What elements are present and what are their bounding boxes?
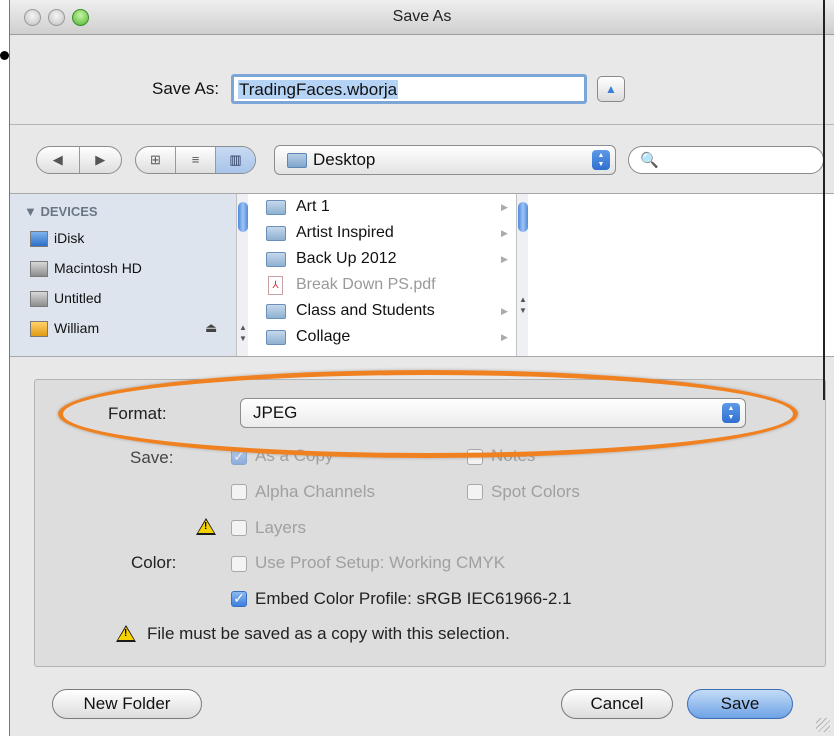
warning-icon: ! <box>116 625 136 642</box>
scroll-thumb[interactable] <box>518 202 528 232</box>
disclosure-arrow-icon: ▶ <box>501 202 508 212</box>
forward-button[interactable]: ▶ <box>80 147 122 173</box>
folder-icon <box>266 252 286 267</box>
save-button[interactable]: Save <box>687 689 793 719</box>
view-mode-control: ⊞ ≡ ▥ <box>135 146 256 174</box>
sidebar-item-label: iDisk <box>54 230 85 246</box>
devices-header[interactable]: ▼ DEVICES <box>24 204 98 219</box>
alpha-channels-label: Alpha Channels <box>255 482 376 501</box>
filename-value: TradingFaces.wborja <box>238 80 399 99</box>
sidebar-item-label: Untitled <box>54 290 102 306</box>
disclosure-arrow-icon: ▶ <box>501 228 508 238</box>
sidebar-item-label: Macintosh HD <box>54 260 142 276</box>
save-as-dialog: Save As Save As: TradingFaces.wborja ▲ ◀… <box>9 0 834 736</box>
new-folder-button[interactable]: New Folder <box>52 689 202 719</box>
embed-color-profile-checkbox[interactable]: ✓ <box>231 591 247 607</box>
hard-drive-icon <box>30 291 48 307</box>
warning-icon: ! <box>196 518 216 535</box>
file-name: Break Down PS.pdf <box>296 276 436 293</box>
resize-grip-icon[interactable] <box>816 718 830 732</box>
scroll-arrows-icon[interactable]: ▲ ▼ <box>237 322 249 344</box>
sidebar-item-label: William <box>54 320 100 336</box>
idisk-icon <box>30 231 48 247</box>
slide-bullet <box>0 51 9 60</box>
layers-checkbox <box>231 520 247 536</box>
column-scrollbar[interactable]: ▲ ▼ <box>516 194 528 356</box>
file-name: Artist Inspired <box>296 224 394 241</box>
sidebar: ▼ DEVICES iDisk Macintosh HD Untitled Wi… <box>10 194 237 356</box>
background-edge <box>823 0 825 400</box>
use-proof-setup-label: Use Proof Setup: Working CMYK <box>255 553 506 572</box>
back-forward-control: ◀ ▶ <box>36 146 122 174</box>
spot-colors-checkbox <box>467 484 483 500</box>
disclosure-arrow-icon: ▶ <box>501 306 508 316</box>
embed-color-profile-label: Embed Color Profile: sRGB IEC61966-2.1 <box>255 589 572 608</box>
save-as-label: Save As: <box>152 79 220 98</box>
collapse-dialog-button[interactable]: ▲ <box>597 76 625 102</box>
sidebar-scrollbar[interactable]: ▲ ▼ <box>236 194 248 356</box>
folder-icon <box>266 330 286 345</box>
folder-icon <box>266 304 286 319</box>
scroll-thumb[interactable] <box>238 202 248 232</box>
list-view-button[interactable]: ≡ <box>176 147 216 173</box>
title-bar: Save As <box>10 0 834 35</box>
divider <box>10 124 834 125</box>
popup-arrows-icon: ▲ ▼ <box>592 150 610 170</box>
pdf-icon: ⅄ <box>268 276 283 295</box>
file-name: Back Up 2012 <box>296 250 397 267</box>
folder-icon <box>287 153 307 168</box>
disclosure-arrow-icon: ▶ <box>501 332 508 342</box>
location-value: Desktop <box>313 150 376 169</box>
cancel-button[interactable]: Cancel <box>561 689 673 719</box>
layers-label: Layers <box>255 518 307 537</box>
file-column: Art 1 ▶ Artist Inspired ▶ Back Up 2012 ▶… <box>258 194 516 356</box>
folder-icon <box>266 200 286 215</box>
file-name: Collage <box>296 328 351 345</box>
window-title: Save As <box>392 8 452 25</box>
disclosure-arrow-icon: ▶ <box>501 254 508 264</box>
search-icon: 🔍 <box>640 152 659 169</box>
color-label: Color: <box>131 553 177 572</box>
filename-field[interactable]: TradingFaces.wborja <box>231 74 587 104</box>
alpha-channels-checkbox <box>231 484 247 500</box>
copy-warning-text: File must be saved as a copy with this s… <box>147 624 510 643</box>
eject-icon[interactable]: ⏏ <box>205 320 217 336</box>
file-name: Art 1 <box>296 198 330 215</box>
search-field[interactable]: 🔍 <box>628 146 824 174</box>
highlight-ellipse <box>58 370 798 458</box>
file-name: Class and Students <box>296 302 435 319</box>
file-browser: ▼ DEVICES iDisk Macintosh HD Untitled Wi… <box>10 193 834 357</box>
save-label: Save: <box>130 448 174 467</box>
icon-view-button[interactable]: ⊞ <box>136 147 176 173</box>
column-view-button[interactable]: ▥ <box>216 147 255 173</box>
location-popup[interactable]: Desktop ▲ ▼ <box>274 145 616 175</box>
spot-colors-label: Spot Colors <box>491 482 580 501</box>
home-icon <box>30 321 48 337</box>
folder-icon <box>266 226 286 241</box>
hard-drive-icon <box>30 261 48 277</box>
scroll-arrows-icon[interactable]: ▲ ▼ <box>517 294 529 316</box>
back-button[interactable]: ◀ <box>37 147 80 173</box>
use-proof-setup-checkbox <box>231 556 247 572</box>
